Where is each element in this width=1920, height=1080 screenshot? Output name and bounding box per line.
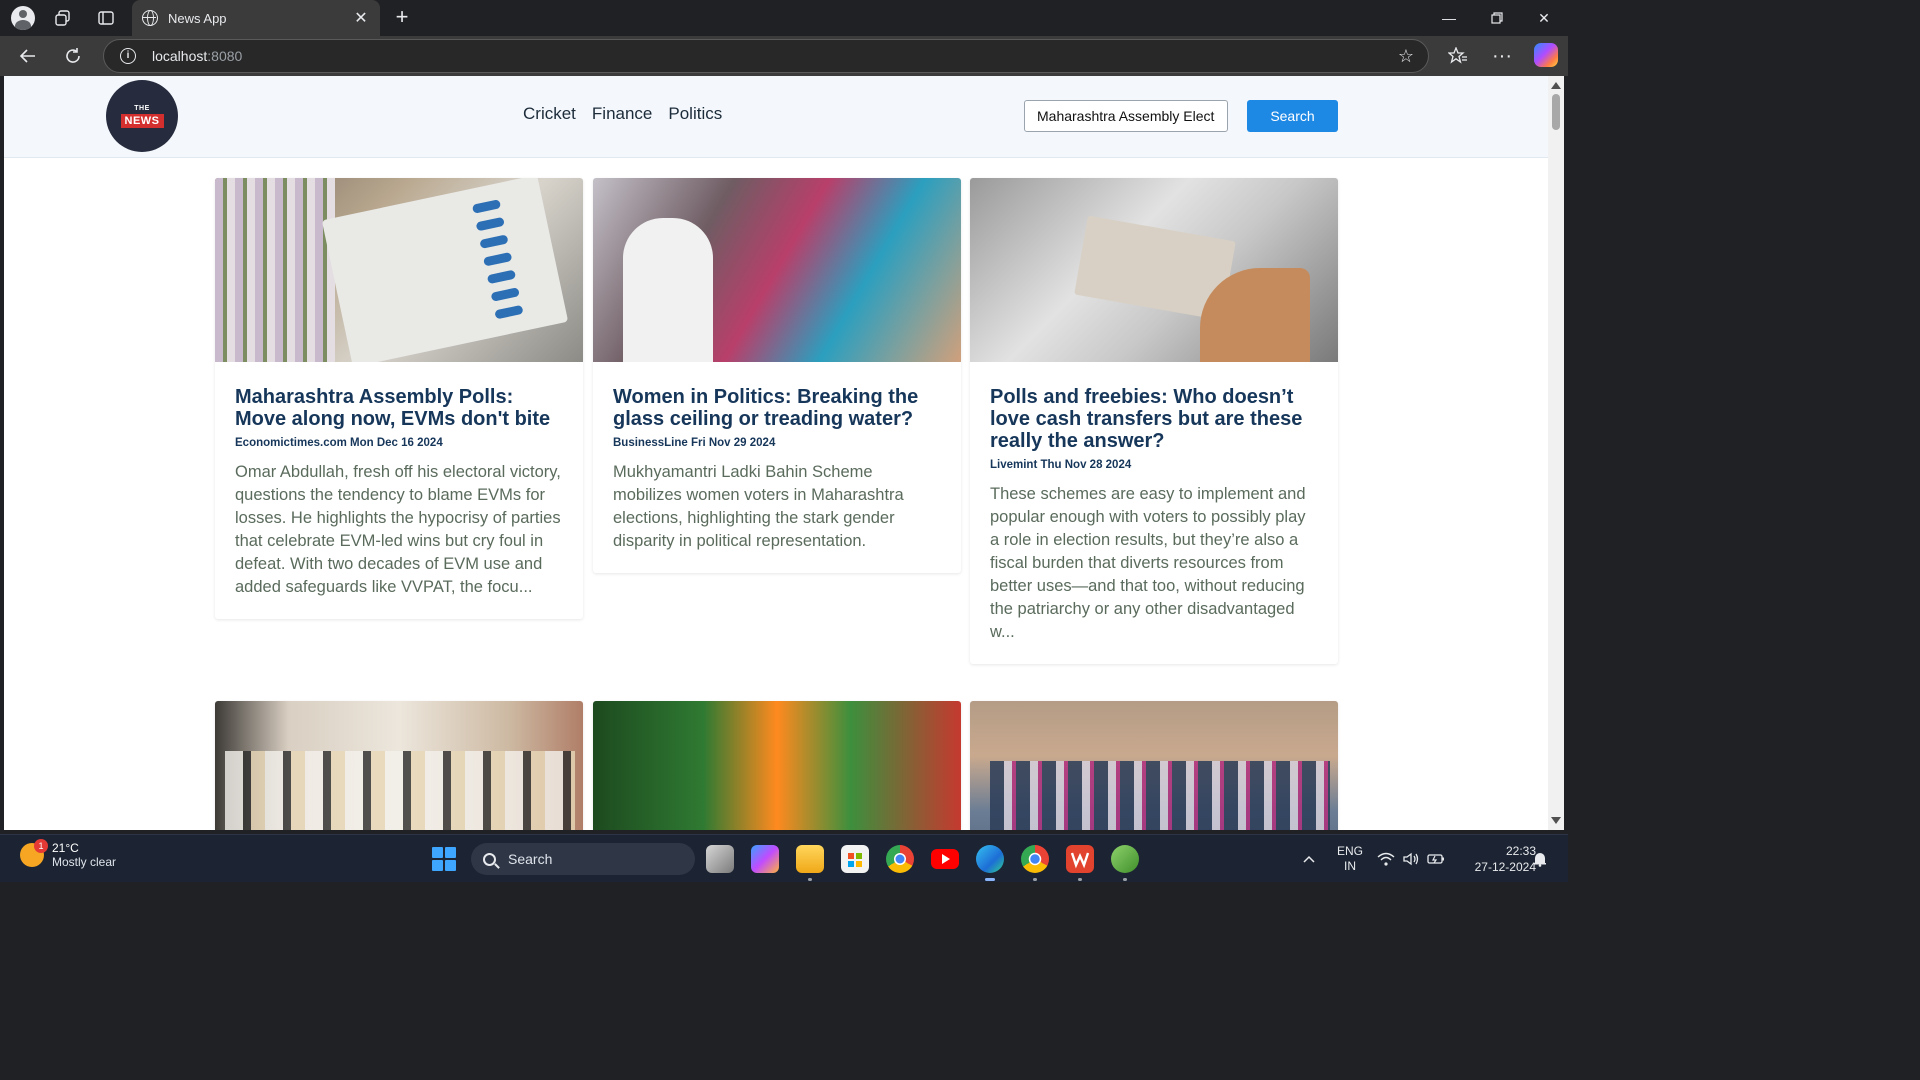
region-code: IN xyxy=(1344,859,1356,873)
article-description: Mukhyamantri Ladki Bahin Scheme mobilize… xyxy=(613,463,904,550)
weather-temperature: 21°C xyxy=(52,841,79,855)
news-card[interactable] xyxy=(215,701,583,830)
news-card[interactable] xyxy=(593,701,961,830)
scrollbar-thumb[interactable] xyxy=(1552,94,1560,130)
green-leaf-app-icon[interactable] xyxy=(1111,845,1139,881)
tab-actions-icon[interactable] xyxy=(93,5,119,31)
weather-icon: 1 xyxy=(20,839,48,867)
taskbar-search-label: Search xyxy=(508,851,553,867)
article-image xyxy=(215,178,583,362)
search-icon xyxy=(483,852,496,866)
url-port: :8080 xyxy=(207,48,243,64)
system-clock[interactable]: 22:33 27-12-2024 xyxy=(1450,835,1536,883)
chrome-icon[interactable] xyxy=(886,845,914,873)
article-source-date: Economictimes.com Mon Dec 16 2024 xyxy=(235,437,443,449)
youtube-icon[interactable] xyxy=(931,849,959,869)
language-code: ENG xyxy=(1336,844,1363,858)
article-image xyxy=(970,701,1338,830)
browser-tab-bar: News App ✕ + — ✕ xyxy=(0,0,1568,36)
article-image xyxy=(970,178,1338,362)
new-tab-button[interactable]: + xyxy=(388,4,416,32)
article-title[interactable]: Polls and freebies: Who doesn’t love cas… xyxy=(990,386,1318,452)
article-image xyxy=(215,701,583,830)
article-image xyxy=(593,701,961,830)
copilot-app-icon[interactable] xyxy=(751,845,779,873)
show-hidden-icons-chevron-icon[interactable] xyxy=(1296,835,1322,883)
weather-condition: Mostly clear xyxy=(52,855,117,869)
article-description: These schemes are easy to implement and … xyxy=(990,485,1306,641)
search-button[interactable]: Search xyxy=(1247,100,1338,132)
logo-bottom-text: NEWS xyxy=(120,113,164,128)
page-scrollbar[interactable] xyxy=(1548,76,1564,830)
volume-icon[interactable] xyxy=(1400,835,1422,883)
weather-widget[interactable]: 1 21°C Mostly clear xyxy=(20,839,117,869)
minimize-button[interactable]: — xyxy=(1425,0,1473,36)
windows-taskbar: 1 21°C Mostly clear Search ENG IN 22:33 … xyxy=(0,834,1568,882)
workspaces-icon[interactable] xyxy=(50,5,76,31)
start-button[interactable] xyxy=(432,847,456,871)
nav-link-cricket[interactable]: Cricket xyxy=(523,104,576,124)
nav-link-politics[interactable]: Politics xyxy=(668,104,722,124)
task-view-icon[interactable] xyxy=(706,845,734,873)
article-source-date: Livemint Thu Nov 28 2024 xyxy=(990,459,1132,471)
logo-top-text: THE xyxy=(134,104,150,112)
news-card[interactable]: Maharashtra Assembly Polls: Move along n… xyxy=(215,178,583,619)
taskbar-search[interactable]: Search xyxy=(471,843,695,875)
article-source-date: BusinessLine Fri Nov 29 2024 xyxy=(613,437,776,449)
tab-title: News App xyxy=(168,10,227,26)
address-bar[interactable]: i localhost:8080 ☆ xyxy=(103,39,1429,73)
news-card[interactable] xyxy=(970,701,1338,830)
article-image xyxy=(593,178,961,362)
favorite-star-icon[interactable]: ☆ xyxy=(1398,46,1414,67)
globe-icon xyxy=(142,10,158,26)
chrome-profile-icon[interactable] xyxy=(1021,845,1049,881)
site-logo[interactable]: THE NEWS xyxy=(106,80,178,152)
favorites-icon[interactable] xyxy=(1444,42,1472,70)
clock-date: 27-12-2024 xyxy=(1474,860,1536,874)
site-info-icon[interactable]: i xyxy=(120,48,136,64)
notification-bell-icon[interactable] xyxy=(1530,835,1550,883)
scroll-down-arrow-icon[interactable] xyxy=(1551,817,1561,824)
battery-icon[interactable] xyxy=(1425,835,1447,883)
file-explorer-icon[interactable] xyxy=(796,845,824,881)
news-card[interactable]: Polls and freebies: Who doesn’t love cas… xyxy=(970,178,1338,664)
wifi-icon[interactable] xyxy=(1376,835,1396,883)
article-description: Omar Abdullah, fresh off his electoral v… xyxy=(235,463,561,596)
scroll-up-arrow-icon[interactable] xyxy=(1551,82,1561,89)
close-window-button[interactable]: ✕ xyxy=(1520,0,1568,36)
category-nav: Cricket Finance Politics xyxy=(523,104,722,124)
article-title[interactable]: Women in Politics: Breaking the glass ce… xyxy=(613,386,941,430)
edge-icon[interactable] xyxy=(976,845,1004,881)
url-host: localhost xyxy=(152,48,208,64)
more-options-icon[interactable]: ··· xyxy=(1488,42,1516,70)
reload-icon[interactable] xyxy=(59,42,87,70)
profile-icon[interactable] xyxy=(10,5,36,31)
tab-news-app[interactable]: News App ✕ xyxy=(132,0,380,36)
close-tab-icon[interactable]: ✕ xyxy=(352,8,370,28)
news-card[interactable]: Women in Politics: Breaking the glass ce… xyxy=(593,178,961,573)
browser-toolbar: i localhost:8080 ☆ ··· xyxy=(0,36,1568,76)
language-indicator[interactable]: ENG IN xyxy=(1330,835,1370,883)
wps-office-icon[interactable] xyxy=(1066,845,1094,881)
back-icon[interactable] xyxy=(14,42,42,70)
copilot-icon[interactable] xyxy=(1534,43,1558,67)
nav-link-finance[interactable]: Finance xyxy=(592,104,652,124)
notification-badge: 1 xyxy=(34,839,48,853)
page-viewport: THE NEWS Cricket Finance Politics Search… xyxy=(4,76,1548,830)
search-input[interactable] xyxy=(1024,100,1228,132)
site-header: THE NEWS Cricket Finance Politics Search xyxy=(4,76,1548,158)
article-title[interactable]: Maharashtra Assembly Polls: Move along n… xyxy=(235,386,563,430)
restore-button[interactable] xyxy=(1473,0,1521,36)
microsoft-store-icon[interactable] xyxy=(841,845,869,873)
